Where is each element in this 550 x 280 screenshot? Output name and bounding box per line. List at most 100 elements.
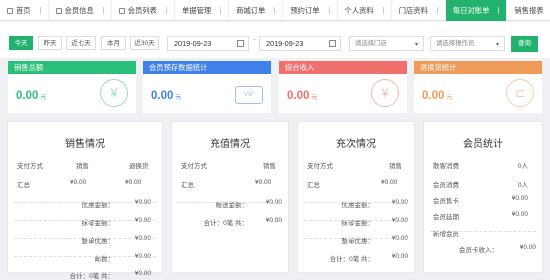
date-from-value: 2019-09-23 <box>174 39 212 48</box>
total-value: ¥0.00 <box>391 253 408 260</box>
stat-card-0: 销售总额 0.00 元 ¥ <box>8 61 136 113</box>
stat-card-value: 0.00 元 <box>287 90 317 102</box>
summary-sales-value: ¥0.00 <box>255 179 272 186</box>
member-stats-panel: 会员统计 散客消费 0人 会员消费 0人 会员售卡 ¥0.00 会员延期 ¥0.00 新… <box>423 121 543 273</box>
stat-value: 0.00 <box>151 90 174 102</box>
tab-3[interactable]: 单据管理 <box>175 0 230 21</box>
document-icon <box>118 7 125 14</box>
stat-unit: 元 <box>446 95 453 101</box>
walk-in-label: 散客消费 <box>433 163 459 170</box>
yesterday-button[interactable]: 昨天 <box>38 36 62 50</box>
tab-9[interactable]: 销售报表 <box>507 0 550 21</box>
total-label: 合计：0笔 共： <box>329 256 374 263</box>
payment-method-header: 支付方式 <box>181 163 207 170</box>
tab-label: 每日对账单 <box>452 6 490 15</box>
vip-card-icon: VIP <box>235 86 263 104</box>
postage-label: 邮费： <box>94 256 115 263</box>
member-consumption-value: 0人 <box>517 182 528 189</box>
tab-divider <box>165 7 167 14</box>
summary-sales-value: ¥0.00 <box>381 179 398 186</box>
member-extension-value: ¥0.00 <box>511 211 528 218</box>
stat-value: 0.00 <box>287 90 310 102</box>
card-income-value: ¥0.00 <box>519 244 536 251</box>
summary-label: 汇总 <box>181 182 194 189</box>
member-consumption-label: 会员消费 <box>433 182 459 189</box>
tab-8[interactable]: 每日对账单 <box>445 0 508 21</box>
stat-card-title: 退换货统计 <box>414 61 542 74</box>
times-recharge-panel: 充次情况 支付方式 销售 汇总 ¥0.00 优惠金额： ¥0.00 抹零金额： ¥0.0… <box>297 121 415 273</box>
member-stats-panel-title: 会员统计 <box>463 139 503 150</box>
total-label: 合计：0笔 共： <box>69 273 114 280</box>
stat-card-3: 退换货统计 0.00 元 ⊏ <box>414 61 542 113</box>
tab-2[interactable]: 会员列表 <box>112 0 175 21</box>
sales-header: 销售 <box>76 163 89 170</box>
home-icon <box>7 7 13 14</box>
tab-label: 单据管理 <box>181 6 212 15</box>
date-separator: - <box>253 35 256 44</box>
tab-label: 商城订单 <box>236 6 266 15</box>
tab-divider <box>328 7 330 14</box>
date-from-field[interactable]: 2019-09-23 <box>167 36 249 51</box>
card-sales-label: 会员售卡 <box>433 198 459 205</box>
calendar-icon <box>237 40 244 47</box>
tab-label: 预约订单 <box>290 6 320 15</box>
tab-divider <box>436 7 438 14</box>
chevron-down-icon: ▾ <box>495 42 499 48</box>
filter-bar: 今天 昨天 近七天 本月 近30天 2019-09-23 - 2019-09-2… <box>0 22 550 58</box>
tab-label: 会员信息 <box>64 6 94 15</box>
stat-value: 0.00 <box>16 90 39 102</box>
rounding-label: 抹零金额： <box>341 220 375 227</box>
total-value: ¥0.00 <box>265 217 282 224</box>
tab-4[interactable]: 商城订单 <box>229 0 284 21</box>
order-discount-label: 整单优惠： <box>341 238 375 245</box>
today-button[interactable]: 今天 <box>9 36 33 50</box>
tab-divider <box>102 7 104 14</box>
stat-card-title: 销售总额 <box>8 61 136 74</box>
yen-circle-icon: ¥ <box>100 79 128 107</box>
tab-label: 会员列表 <box>127 6 157 15</box>
store-select[interactable]: 请选择门店 ▾ <box>349 36 424 51</box>
stat-unit: 元 <box>311 95 318 101</box>
tab-bar: 首页 会员信息 会员列表 单据管理 商城订单 预约订单 个人资料 门店资料 每日对账单 销售报表 <box>0 0 550 21</box>
stat-card-1: 会员预存数据统计 0.00 元 VIP <box>143 61 271 113</box>
payment-method-header: 支付方式 <box>307 163 333 170</box>
stat-card-title: 综合收入 <box>279 61 407 74</box>
recharge-panel-title: 充值情况 <box>210 139 250 150</box>
tab-0[interactable]: 首页 <box>0 0 49 21</box>
tab-label: 门店资料 <box>398 6 428 15</box>
walk-in-value: 0人 <box>517 163 528 170</box>
query-button[interactable]: 查询 <box>511 36 538 52</box>
tab-5[interactable]: 预约订单 <box>283 0 338 21</box>
stat-card-title: 会员预存数据统计 <box>143 61 271 74</box>
sales-panel: 销售情况 支付方式 销售 退换货 汇总 ¥0.00 ¥0.00 优惠金额： ¥0.00 抹… <box>7 121 163 280</box>
summary-label: 汇总 <box>307 182 320 189</box>
tab-6[interactable]: 个人资料 <box>338 0 392 21</box>
tab-divider <box>382 7 384 14</box>
stat-unit: 元 <box>40 95 47 101</box>
calendar-icon <box>329 40 336 47</box>
tab-divider <box>220 7 222 14</box>
summary-label: 汇总 <box>17 182 30 189</box>
date-to-value: 2019-09-23 <box>266 39 304 48</box>
tab-7[interactable]: 门店资料 <box>392 0 446 21</box>
discount-label: 优惠金额： <box>341 202 375 209</box>
times-recharge-panel-title: 充次情况 <box>336 139 376 150</box>
last-thirty-days-button[interactable]: 近30天 <box>130 36 159 50</box>
receipt-icon: ¥ <box>371 79 399 107</box>
date-to-field[interactable]: 2019-09-23 <box>259 36 341 51</box>
member-extension-label: 会员延期 <box>433 214 459 221</box>
wallet-icon: ⊏ <box>506 79 534 107</box>
tab-label: 首页 <box>16 6 31 15</box>
tab-1[interactable]: 会员信息 <box>49 0 112 21</box>
new-members-label: 新增会员 <box>433 231 459 238</box>
operator-select[interactable]: 请选择操作员 ▾ <box>430 36 505 51</box>
this-month-button[interactable]: 本月 <box>101 36 126 50</box>
store-select-placeholder: 请选择门店 <box>355 40 387 47</box>
stat-card-value: 0.00 元 <box>151 90 181 102</box>
payment-method-header: 支付方式 <box>17 163 43 170</box>
stat-unit: 元 <box>175 95 182 101</box>
document-icon <box>55 7 62 14</box>
last-seven-days-button[interactable]: 近七天 <box>66 36 96 50</box>
rounding-label: 抹零金额： <box>81 220 115 227</box>
summary-return-value: ¥0.00 <box>125 179 142 186</box>
